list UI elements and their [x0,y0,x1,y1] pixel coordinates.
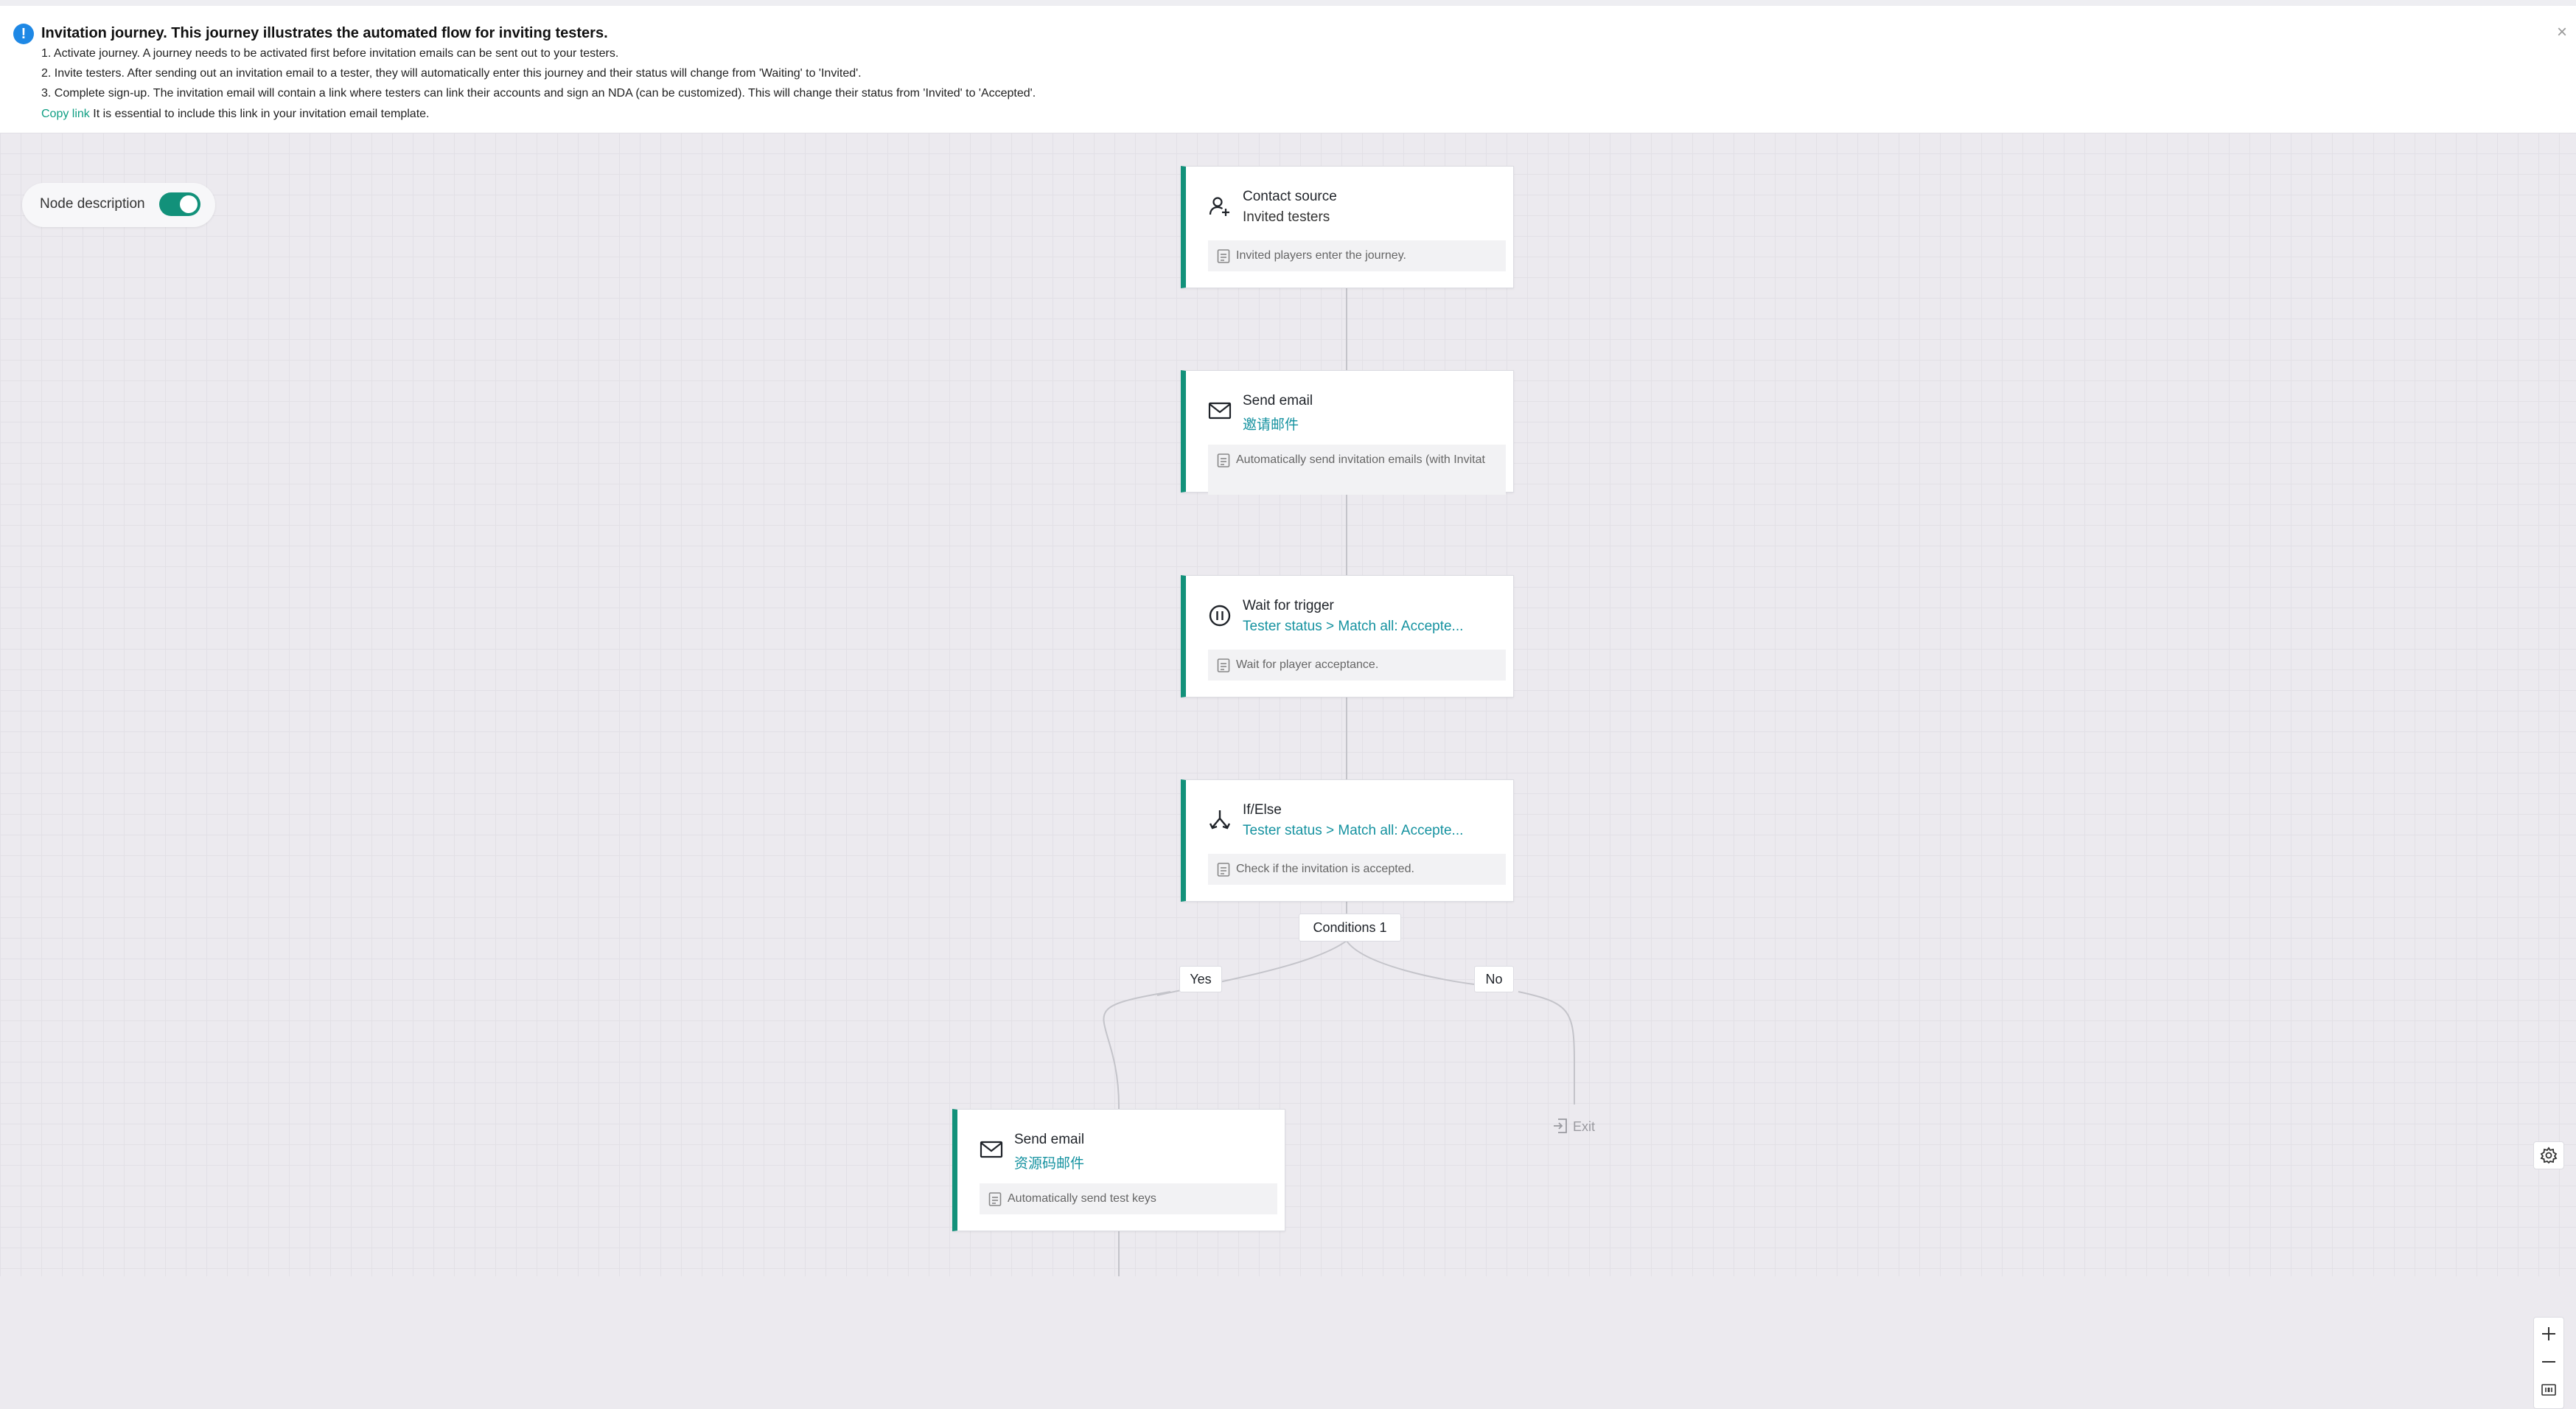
node-title: Contact source [1243,189,1337,204]
no-branch-label: No [1474,966,1514,992]
banner-title: Invitation journey. This journey illustr… [41,25,608,41]
node-subtitle[interactable]: 邀请邮件 [1243,414,1299,434]
node-description: Invited players enter the journey. [1208,240,1506,271]
fit-view-icon [2541,1384,2556,1396]
gear-icon [2540,1147,2558,1164]
copy-link-note: It is essential to include this link in … [89,108,430,120]
journey-canvas[interactable]: Node description Contact source Invited … [0,133,2576,1409]
document-icon [1217,453,1230,467]
banner-step-2: 2. Invite testers. After sending out an … [41,67,862,80]
pause-circle-icon [1209,605,1231,627]
node-description: Wait for player acceptance. [1208,650,1506,681]
node-description-text: Check if the invitation is accepted. [1236,863,1414,875]
node-title: Wait for trigger [1243,598,1334,613]
node-description-text: Wait for player acceptance. [1236,658,1379,671]
node-title: Send email [1014,1132,1085,1147]
fit-view-button[interactable] [2534,1377,2563,1403]
mail-icon [980,1141,1003,1158]
connector-lines [1103,288,1575,1276]
node-description-text: Automatically send invitation emails (wi… [1236,453,1485,466]
toggle-knob [180,195,198,213]
zoom-controls [2533,1317,2564,1409]
toggle-label: Node description [40,196,145,212]
document-icon [1217,249,1230,263]
exit-icon [1554,1118,1567,1133]
node-subtitle[interactable]: Tester status > Match all: Accepte... [1243,619,1463,635]
user-add-icon [1209,197,1229,216]
exit-label: Exit [1573,1119,1596,1134]
node-description: Automatically send invitation emails (wi… [1208,445,1506,495]
info-banner: ! Invitation journey. This journey illus… [0,0,2576,133]
no-curve-2 [1518,991,1575,1104]
node-subtitle[interactable]: 资源码邮件 [1014,1152,1084,1172]
banner-step-1: 1. Activate journey. A journey needs to … [41,47,619,60]
exit-node[interactable]: Exit [1552,1118,1595,1135]
node-description-text: Invited players enter the journey. [1236,249,1406,262]
no-curve-1 [1346,940,1475,985]
banner-copy-row: Copy link It is essential to include thi… [41,108,429,121]
conditions-badge[interactable]: Conditions 1 [1299,914,1401,942]
node-title: Send email [1243,393,1313,408]
zoom-in-button[interactable] [2534,1321,2563,1347]
node-subtitle: Invited testers [1243,209,1330,225]
node-description-toggle[interactable]: Node description [22,183,215,227]
node-title: If/Else [1243,802,1282,818]
node-send-invitation-email[interactable]: Send email 邀请邮件 Automatically send invit… [1181,370,1514,495]
document-icon [1217,863,1230,877]
yes-branch-label: Yes [1179,966,1222,992]
info-icon: ! [13,24,34,44]
plus-icon [2542,1327,2555,1340]
document-icon [1217,658,1230,672]
node-description: Automatically send test keys [980,1183,1277,1214]
document-icon [988,1192,1002,1206]
close-icon[interactable]: × [2557,22,2567,43]
node-send-test-keys-email[interactable]: Send email 资源码邮件 Automatically send test… [952,1109,1285,1231]
node-subtitle[interactable]: Tester status > Match all: Accepte... [1243,823,1463,839]
node-wait-for-trigger[interactable]: Wait for trigger Tester status > Match a… [1181,575,1514,697]
banner-step-3: 3. Complete sign-up. The invitation emai… [41,87,1036,100]
node-description-text: Automatically send test keys [1008,1192,1156,1205]
toggle-switch[interactable] [159,192,200,216]
node-contact-source[interactable]: Contact source Invited testers Invited p… [1181,166,1514,288]
node-description: Check if the invitation is accepted. [1208,854,1506,885]
branch-icon [1209,810,1231,829]
zoom-out-button[interactable] [2534,1349,2563,1375]
minus-icon [2542,1361,2555,1363]
yes-curve-2 [1103,991,1171,1110]
canvas-settings-button[interactable] [2533,1141,2564,1169]
node-if-else[interactable]: If/Else Tester status > Match all: Accep… [1181,779,1514,902]
copy-link[interactable]: Copy link [41,108,90,120]
mail-icon [1208,402,1232,420]
